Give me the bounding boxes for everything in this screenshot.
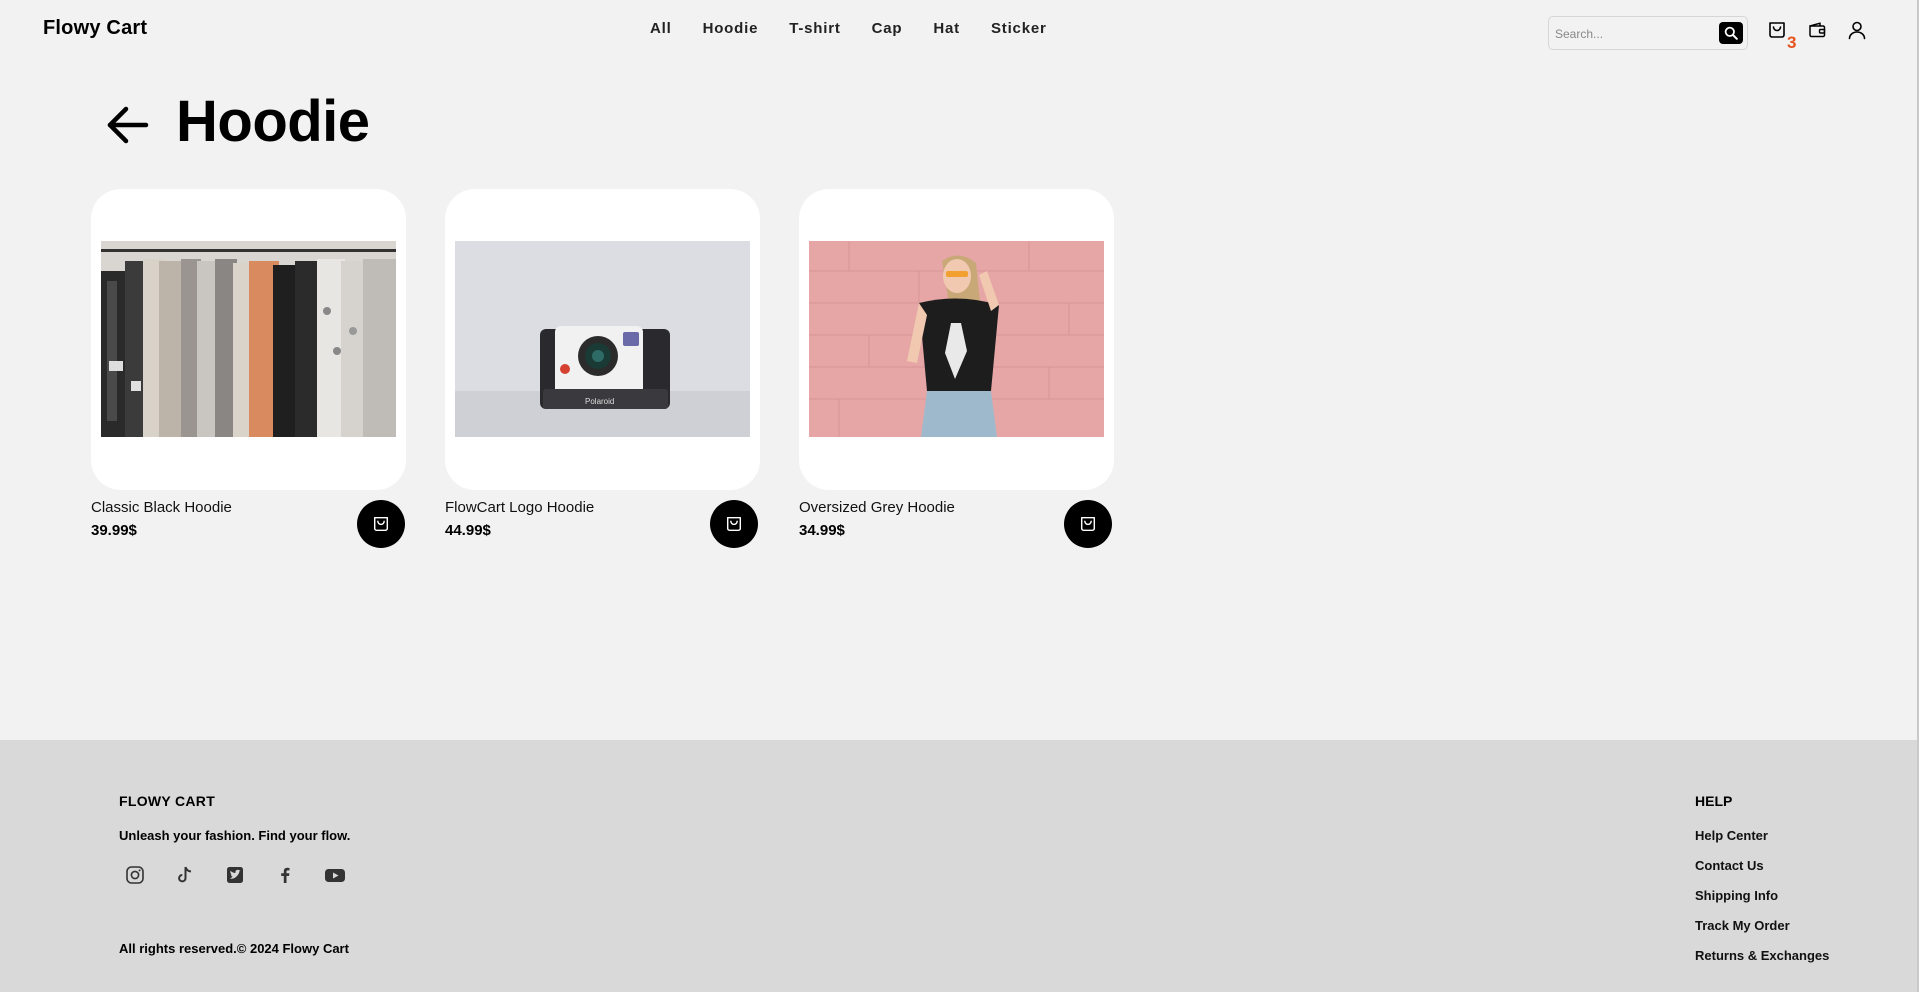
camera-brand-text: Polaroid [585, 397, 614, 406]
category-nav: All Hoodie T-shirt Cap Hat Sticker [650, 20, 1078, 37]
track-order-link[interactable]: Track My Order [1695, 918, 1829, 948]
add-to-cart-button[interactable] [357, 500, 405, 548]
youtube-link[interactable] [323, 863, 347, 887]
site-logo[interactable]: Flowy Cart [43, 17, 147, 40]
nav-item-tshirt[interactable]: T-shirt [789, 20, 840, 37]
search-box [1548, 16, 1748, 50]
search-icon [1724, 26, 1738, 40]
page-title: Hoodie [176, 89, 370, 154]
social-links [123, 863, 373, 887]
product-price: 34.99$ [799, 522, 845, 539]
shopping-bag-icon [373, 516, 389, 532]
footer-help-title: HELP [1695, 793, 1733, 809]
product-name[interactable]: Classic Black Hoodie [91, 499, 232, 516]
product-card[interactable]: Polaroid [445, 189, 760, 490]
page: Flowy Cart All Hoodie T-shirt Cap Hat St… [0, 0, 1919, 992]
facebook-link[interactable] [273, 863, 297, 887]
wallet-button[interactable] [1806, 19, 1828, 41]
nav-item-sticker[interactable]: Sticker [991, 20, 1047, 37]
returns-link[interactable]: Returns & Exchanges [1695, 948, 1829, 978]
shipping-info-link[interactable]: Shipping Info [1695, 888, 1829, 918]
nav-item-all[interactable]: All [650, 20, 672, 37]
footer-copyright: All rights reserved.© 2024 Flowy Cart [119, 941, 349, 956]
product-price: 39.99$ [91, 522, 137, 539]
instagram-icon [126, 866, 144, 884]
contact-us-link[interactable]: Contact Us [1695, 858, 1829, 888]
search-input[interactable] [1555, 24, 1715, 44]
wallet-icon [1809, 22, 1826, 38]
arrow-left-icon [107, 106, 149, 144]
shopping-bag-icon [1769, 22, 1785, 38]
cart-button[interactable] [1766, 19, 1788, 41]
product-card[interactable] [91, 189, 406, 490]
account-button[interactable] [1846, 19, 1868, 41]
product-image-instant-camera: Polaroid [455, 241, 750, 437]
product-image-woman-pink-wall [809, 241, 1104, 437]
nav-item-hat[interactable]: Hat [933, 20, 960, 37]
add-to-cart-button[interactable] [1064, 500, 1112, 548]
add-to-cart-button[interactable] [710, 500, 758, 548]
shopping-bag-icon [726, 516, 742, 532]
facebook-icon [281, 867, 290, 883]
shopping-bag-icon [1080, 516, 1096, 532]
back-button[interactable] [106, 103, 150, 147]
cart-count-badge: 3 [1787, 33, 1797, 52]
footer-tagline: Unleash your fashion. Find your flow. [119, 828, 351, 843]
search-button[interactable] [1719, 22, 1743, 44]
site-footer: FLOWY CART Unleash your fashion. Find yo… [0, 740, 1917, 992]
product-name[interactable]: Oversized Grey Hoodie [799, 499, 955, 516]
help-links: Help Center Contact Us Shipping Info Tra… [1695, 828, 1829, 978]
nav-item-cap[interactable]: Cap [872, 20, 903, 37]
product-price: 44.99$ [445, 522, 491, 539]
instagram-link[interactable] [123, 863, 147, 887]
product-name[interactable]: FlowCart Logo Hoodie [445, 499, 594, 516]
tiktok-link[interactable] [173, 863, 197, 887]
youtube-icon [325, 869, 345, 882]
top-header: Flowy Cart All Hoodie T-shirt Cap Hat St… [0, 0, 1917, 60]
help-center-link[interactable]: Help Center [1695, 828, 1829, 858]
tiktok-icon [178, 866, 192, 883]
product-image-clothing-rack [101, 241, 396, 437]
twitter-link[interactable] [223, 863, 247, 887]
product-card[interactable] [799, 189, 1114, 490]
user-icon [1848, 21, 1866, 40]
twitter-icon [227, 867, 243, 883]
nav-item-hoodie[interactable]: Hoodie [703, 20, 759, 37]
footer-brand: FLOWY CART [119, 793, 216, 809]
